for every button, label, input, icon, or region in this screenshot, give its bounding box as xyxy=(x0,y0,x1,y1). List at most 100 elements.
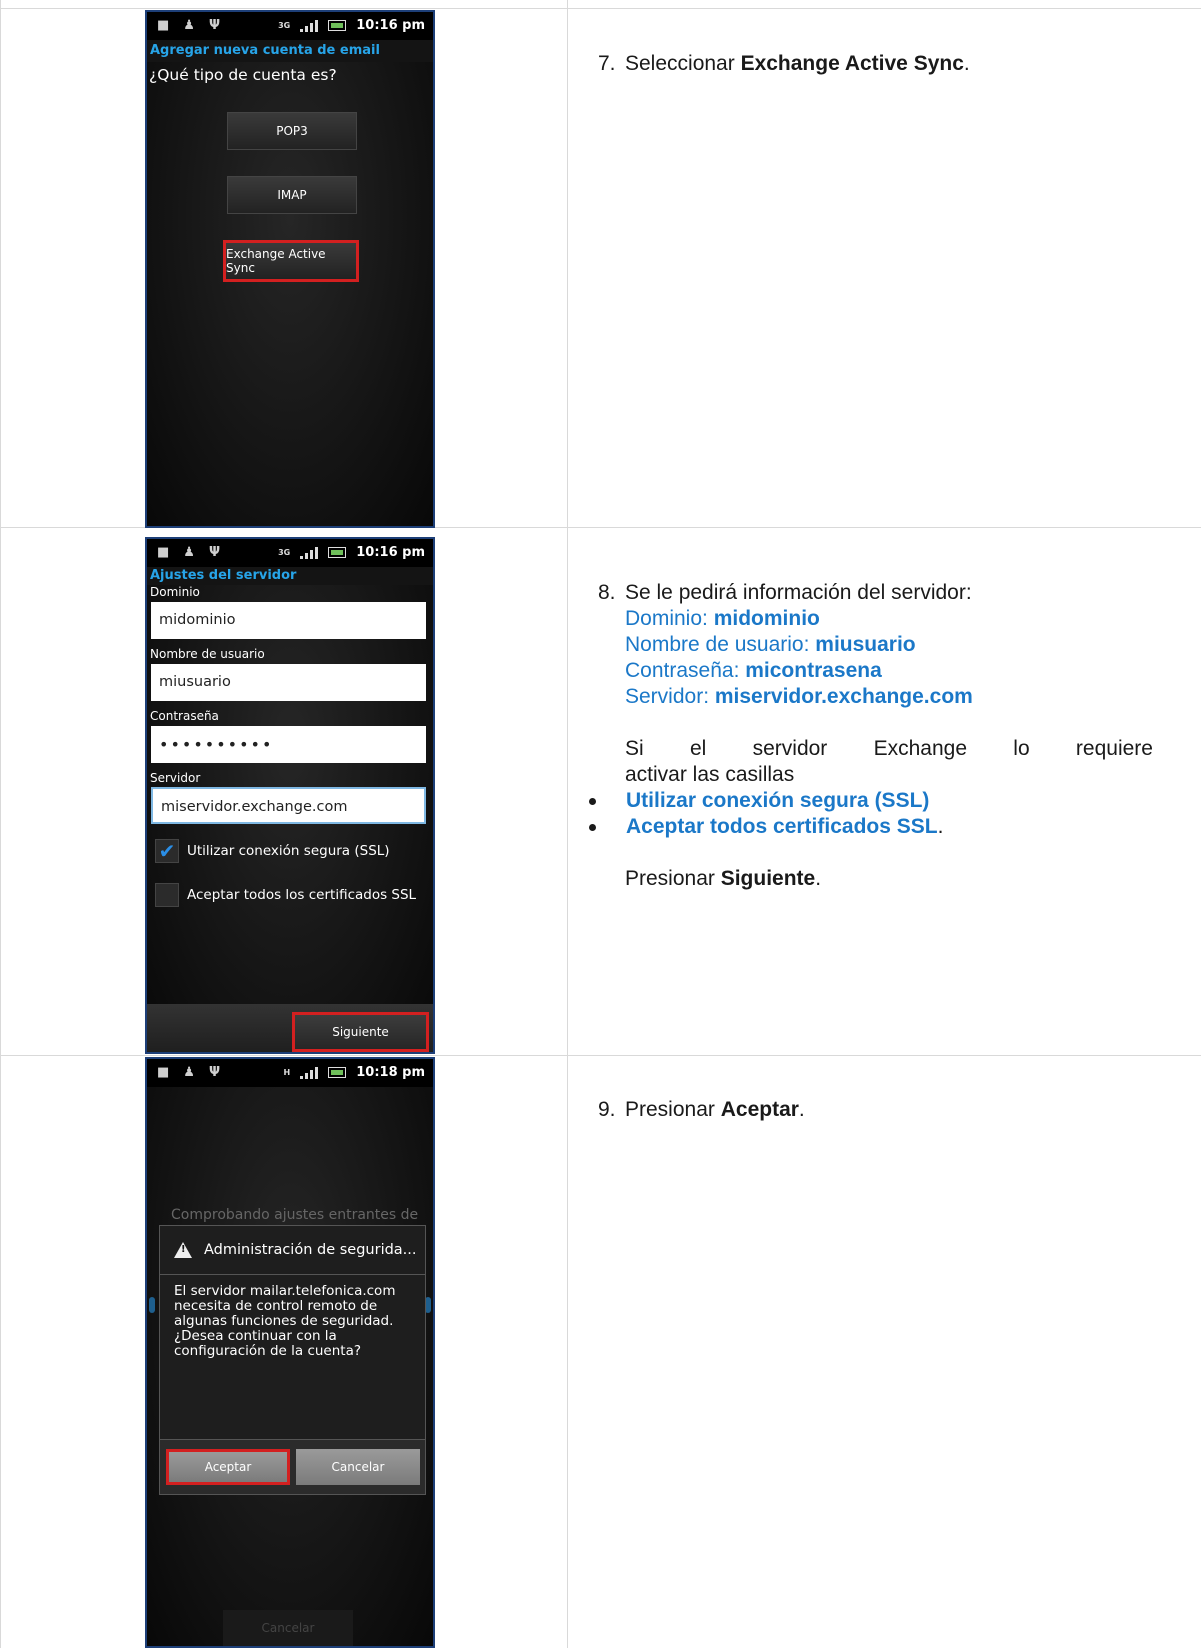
signal-icon xyxy=(300,1066,319,1079)
exchange-active-sync-button[interactable]: Exchange Active Sync xyxy=(223,240,359,282)
notification-icons: ■ ♟ Ψ xyxy=(157,1065,220,1080)
press-next-line: Presionar Siguiente. xyxy=(625,866,1153,892)
domain-field[interactable]: midominio xyxy=(151,602,426,639)
press-text: Presionar xyxy=(625,867,721,890)
info-value: midominio xyxy=(713,607,820,630)
step-text: Seleccionar xyxy=(625,52,741,75)
password-field[interactable]: •••••••••• xyxy=(151,726,426,763)
battery-icon xyxy=(328,1067,347,1078)
security-dialog: Administración de segurida... El servido… xyxy=(159,1225,426,1495)
bottom-cancel-button[interactable]: Cancelar xyxy=(223,1610,353,1646)
step-end: . xyxy=(963,52,970,75)
info-value: micontrasena xyxy=(745,659,882,682)
password-info: Contraseña: micontrasena xyxy=(625,658,1153,684)
ssl-checkbox[interactable]: ✔ xyxy=(155,839,179,863)
note-line-2: activar las casillas xyxy=(625,763,795,786)
phone-screen-server-settings: ■ ♟ Ψ 3G 10:16 pm Ajustes del servidor D… xyxy=(145,537,435,1054)
bullet-item-ssl: Utilizar conexión segura (SSL) xyxy=(589,788,1153,814)
status-bar: ■ ♟ Ψ 3G 10:16 pm xyxy=(147,12,433,40)
screen-title: Ajustes del servidor xyxy=(147,567,433,585)
clock: 10:18 pm xyxy=(356,1065,425,1080)
info-label: Dominio: xyxy=(625,607,714,630)
step-7-instruction: 7. Seleccionar Exchange Active Sync. xyxy=(598,52,970,76)
info-label: Servidor: xyxy=(625,685,715,708)
checking-settings-text: Comprobando ajustes entrantes de xyxy=(171,1207,419,1223)
battery-icon xyxy=(328,547,347,558)
step-number: 9. xyxy=(598,1098,616,1121)
step-number: 8. xyxy=(598,581,616,604)
progress-indicator-left xyxy=(149,1297,155,1313)
username-field[interactable]: miusuario xyxy=(151,664,426,701)
row-divider-2 xyxy=(0,1055,1201,1056)
dialog-title-text: Administración de segurida... xyxy=(204,1242,417,1258)
bottom-action-bar: Siguiente xyxy=(147,1004,433,1052)
bullet-item-certs: Aceptar todos certificados SSL. xyxy=(589,814,1153,840)
table-top-border xyxy=(0,8,1201,9)
step-number: 7. xyxy=(598,52,616,75)
server-field[interactable]: miservidor.exchange.com xyxy=(151,787,426,824)
step-text: Presionar xyxy=(625,1098,721,1121)
column-divider xyxy=(567,0,568,1648)
info-label: Nombre de usuario: xyxy=(625,633,816,656)
dialog-divider xyxy=(160,1274,425,1275)
bullet-text: Aceptar todos certificados SSL xyxy=(626,815,938,838)
bullet-end: . xyxy=(937,815,944,838)
info-value: miusuario xyxy=(815,633,916,656)
account-type-question: ¿Qué tipo de cuenta es? xyxy=(149,66,337,84)
next-button[interactable]: Siguiente xyxy=(292,1012,429,1052)
dialog-title: Administración de segurida... xyxy=(174,1242,417,1258)
briefcase-icon: ■ xyxy=(157,18,170,33)
accept-button[interactable]: Aceptar xyxy=(166,1449,290,1485)
clock: 10:16 pm xyxy=(356,545,425,560)
press-bold: Siguiente xyxy=(720,867,816,890)
notification-icons: ■ ♟ Ψ xyxy=(157,18,220,33)
android-icon: ♟ xyxy=(183,18,195,33)
dialog-message: El servidor mailar.telefonica.com necesi… xyxy=(174,1283,396,1359)
battery-icon xyxy=(328,20,347,31)
certs-checkbox[interactable] xyxy=(155,883,179,907)
step-intro: Se le pedirá información del servidor: xyxy=(625,581,972,604)
warning-icon xyxy=(174,1242,192,1258)
usb-icon: Ψ xyxy=(208,1065,220,1080)
certs-checkbox-label: Aceptar todos los certificados SSL xyxy=(187,887,417,903)
step-8-instruction: 8. Se le pedirá información del servidor… xyxy=(589,580,1153,892)
clock: 10:16 pm xyxy=(356,18,425,33)
dialog-button-bar: Aceptar Cancelar xyxy=(160,1439,425,1494)
step-bold-text: Exchange Active Sync xyxy=(740,52,964,75)
bullet-text: Utilizar conexión segura (SSL) xyxy=(626,789,930,812)
network-type-indicator: 3G xyxy=(278,20,291,30)
signal-icon xyxy=(300,546,319,559)
pop3-button[interactable]: POP3 xyxy=(227,112,357,150)
bullet-icon xyxy=(589,797,596,805)
cancel-button[interactable]: Cancelar xyxy=(296,1449,420,1485)
status-bar: ■ ♟ Ψ H 10:18 pm xyxy=(147,1059,433,1087)
android-icon: ♟ xyxy=(183,1065,195,1080)
server-info: Servidor: miservidor.exchange.com xyxy=(625,684,1153,710)
username-info: Nombre de usuario: miusuario xyxy=(625,632,1153,658)
bullet-icon xyxy=(589,823,596,831)
network-type-indicator: 3G xyxy=(278,547,291,557)
certs-checkbox-row[interactable]: Aceptar todos los certificados SSL xyxy=(155,883,416,907)
phone-screen-security-dialog: ■ ♟ Ψ H 10:18 pm Comprobando ajustes ent… xyxy=(145,1057,435,1648)
notification-icons: ■ ♟ Ψ xyxy=(157,545,220,560)
server-label: Servidor xyxy=(150,771,201,785)
status-bar: ■ ♟ Ψ 3G 10:16 pm xyxy=(147,539,433,567)
signal-icon xyxy=(300,19,319,32)
usb-icon: Ψ xyxy=(208,18,220,33)
step-9-instruction: 9. Presionar Aceptar. xyxy=(598,1098,805,1122)
username-label: Nombre de usuario xyxy=(150,647,265,661)
ssl-checkbox-label: Utilizar conexión segura (SSL) xyxy=(187,843,390,859)
screen-title: Agregar nueva cuenta de email xyxy=(147,40,433,62)
step-bold-text: Aceptar xyxy=(720,1098,799,1121)
android-icon: ♟ xyxy=(183,545,195,560)
usb-icon: Ψ xyxy=(208,545,220,560)
briefcase-icon: ■ xyxy=(157,545,170,560)
imap-button[interactable]: IMAP xyxy=(227,176,357,214)
network-type-indicator: H xyxy=(283,1067,291,1077)
password-label: Contraseña xyxy=(150,709,219,723)
ssl-checkbox-row[interactable]: ✔ Utilizar conexión segura (SSL) xyxy=(155,839,390,863)
phone-screen-account-type: ■ ♟ Ψ 3G 10:16 pm Agregar nueva cuenta d… xyxy=(145,10,435,528)
note-line-1: Si el servidor Exchange lo requiere xyxy=(625,737,1153,760)
info-value: miservidor.exchange.com xyxy=(714,685,973,708)
table-left-border xyxy=(0,0,1,1648)
